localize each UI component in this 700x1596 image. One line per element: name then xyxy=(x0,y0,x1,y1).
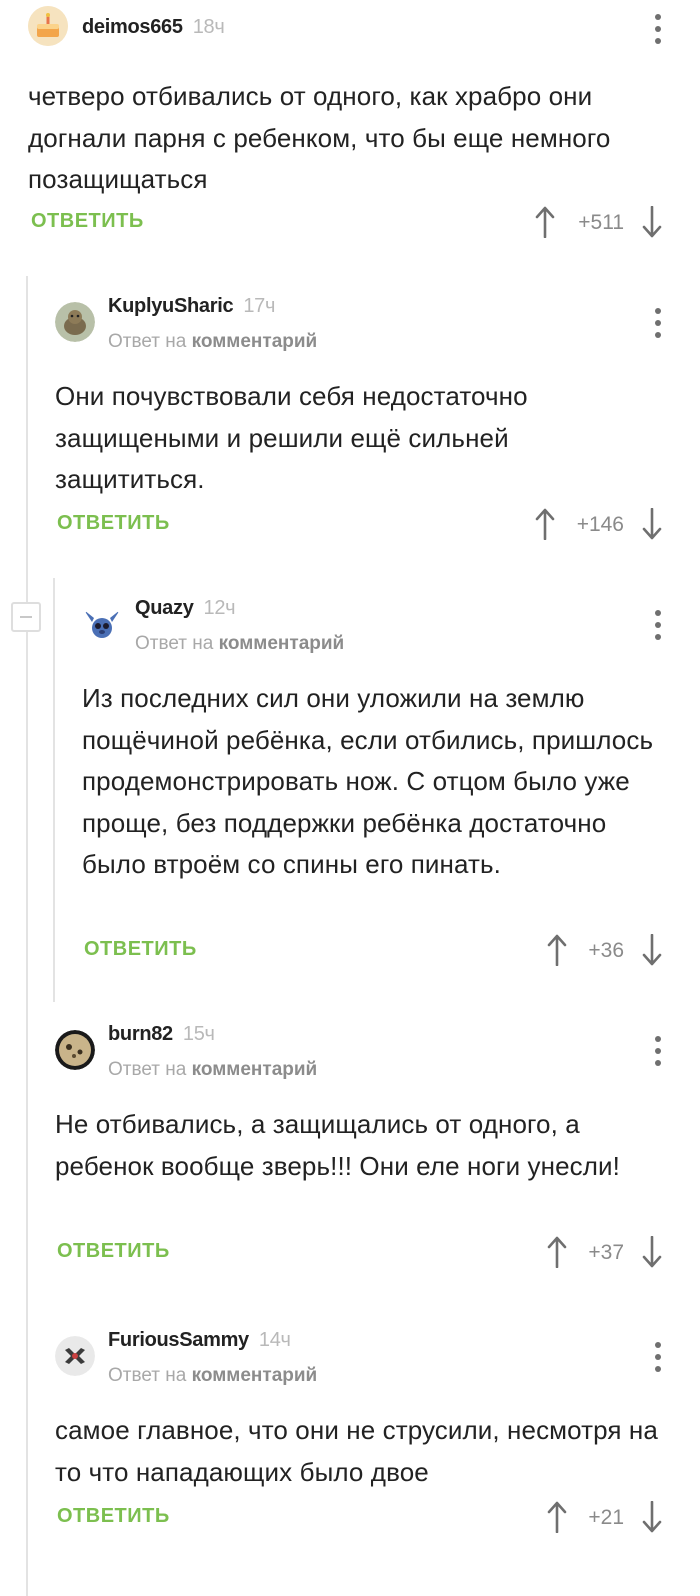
comment-author[interactable]: KuplyuSharic 17ч xyxy=(108,293,275,319)
comment-header: burn82 15ч Ответ на комментарий xyxy=(0,1018,700,1080)
vote-score: +146 xyxy=(576,513,624,536)
comment-actions: ОТВЕТИТЬ +146 xyxy=(0,508,700,544)
downvote-arrow-icon[interactable] xyxy=(640,1501,664,1533)
comment-text: Не отбивались, а защищались от одного, а… xyxy=(55,1109,620,1181)
more-options-icon[interactable] xyxy=(654,1036,662,1066)
upvote-arrow-icon[interactable] xyxy=(533,206,557,238)
downvote-arrow-icon[interactable] xyxy=(640,206,664,238)
comment: KuplyuSharic 17ч Ответ на комментарий Они… xyxy=(0,290,700,494)
reply-to-meta: Ответ на комментарий xyxy=(108,330,317,354)
comment-time: 14ч xyxy=(258,1329,291,1351)
reply-to-meta: Ответ на комментарий xyxy=(108,1058,317,1082)
dark-round-avatar-icon[interactable] xyxy=(55,1030,95,1070)
comment-author[interactable]: deimos665 18ч xyxy=(82,14,225,40)
more-options-icon[interactable] xyxy=(654,308,662,338)
vote-score: +21 xyxy=(588,1506,624,1529)
downvote-arrow-icon[interactable] xyxy=(640,508,664,540)
author-name[interactable]: KuplyuSharic xyxy=(108,295,234,317)
reply-button[interactable]: ОТВЕТИТЬ xyxy=(57,512,170,535)
author-name[interactable]: burn82 xyxy=(108,1023,173,1045)
reply-to-prefix: Ответ на xyxy=(135,633,214,654)
reply-button[interactable]: ОТВЕТИТЬ xyxy=(57,1505,170,1528)
robot-avatar-icon[interactable] xyxy=(55,1336,95,1376)
reply-to-prefix: Ответ на xyxy=(108,1365,187,1386)
comment-actions: ОТВЕТИТЬ +37 xyxy=(0,1236,700,1272)
comment-header: deimos665 18ч xyxy=(0,6,700,66)
reply-to-prefix: Ответ на xyxy=(108,1059,187,1080)
reply-to-meta: Ответ на комментарий xyxy=(135,632,344,656)
comment-author[interactable]: Quazy 12ч xyxy=(135,595,236,621)
comment-text: Из последних сил они уложили на землю по… xyxy=(82,683,654,879)
comment-actions: ОТВЕТИТЬ +511 xyxy=(0,206,700,242)
reply-to-link[interactable]: комментарий xyxy=(192,1365,318,1386)
more-options-icon[interactable] xyxy=(654,1342,662,1372)
comment-author[interactable]: burn82 15ч xyxy=(108,1021,215,1047)
more-options-icon[interactable] xyxy=(654,610,662,640)
comment: burn82 15ч Ответ на комментарий Не отбива… xyxy=(0,1018,700,1181)
comment-text: самое главное, что они не струсили, несм… xyxy=(55,1415,658,1487)
cake-avatar-icon[interactable] xyxy=(28,6,68,46)
comment: Quazy 12ч Ответ на комментарий Из последн… xyxy=(0,592,700,879)
comment-actions: ОТВЕТИТЬ +21 xyxy=(0,1501,700,1537)
upvote-arrow-icon[interactable] xyxy=(545,934,569,966)
reply-to-link[interactable]: комментарий xyxy=(192,331,318,352)
author-name[interactable]: Quazy xyxy=(135,597,194,619)
reply-to-prefix: Ответ на xyxy=(108,331,187,352)
downvote-arrow-icon[interactable] xyxy=(640,1236,664,1268)
comment-time: 12ч xyxy=(203,597,236,619)
animal-avatar-icon[interactable] xyxy=(55,302,95,342)
comment-actions: ОТВЕТИТЬ +36 xyxy=(0,934,700,970)
comment: deimos665 18ч четверо отбивались от одног… xyxy=(0,6,700,194)
more-options-icon[interactable] xyxy=(654,14,662,44)
comment-time: 17ч xyxy=(243,295,276,317)
vote-score: +37 xyxy=(588,1241,624,1264)
comment: FuriousSammy 14ч Ответ на комментарий сам… xyxy=(0,1324,700,1487)
stitch-avatar-icon[interactable] xyxy=(82,604,122,644)
reply-button[interactable]: ОТВЕТИТЬ xyxy=(84,938,197,961)
comment-author[interactable]: FuriousSammy 14ч xyxy=(108,1327,291,1353)
vote-score: +511 xyxy=(578,211,624,234)
downvote-arrow-icon[interactable] xyxy=(640,934,664,966)
comment-time: 18ч xyxy=(192,16,225,38)
reply-to-link[interactable]: комментарий xyxy=(192,1059,318,1080)
comment-header: Quazy 12ч Ответ на комментарий xyxy=(0,592,700,654)
comment-text: Они почувствовали себя недостаточно защи… xyxy=(55,381,528,494)
reply-to-meta: Ответ на комментарий xyxy=(108,1364,317,1388)
comment-text: четверо отбивались от одного, как храбро… xyxy=(28,81,611,194)
comment-time: 15ч xyxy=(182,1023,215,1045)
vote-score: +36 xyxy=(588,939,624,962)
reply-to-link[interactable]: комментарий xyxy=(219,633,345,654)
reply-button[interactable]: ОТВЕТИТЬ xyxy=(31,210,144,233)
author-name[interactable]: FuriousSammy xyxy=(108,1329,249,1351)
comment-header: FuriousSammy 14ч Ответ на комментарий xyxy=(0,1324,700,1386)
upvote-arrow-icon[interactable] xyxy=(545,1501,569,1533)
reply-button[interactable]: ОТВЕТИТЬ xyxy=(57,1240,170,1263)
upvote-arrow-icon[interactable] xyxy=(545,1236,569,1268)
comment-header: KuplyuSharic 17ч Ответ на комментарий xyxy=(0,290,700,352)
author-name[interactable]: deimos665 xyxy=(82,16,183,38)
upvote-arrow-icon[interactable] xyxy=(533,508,557,540)
